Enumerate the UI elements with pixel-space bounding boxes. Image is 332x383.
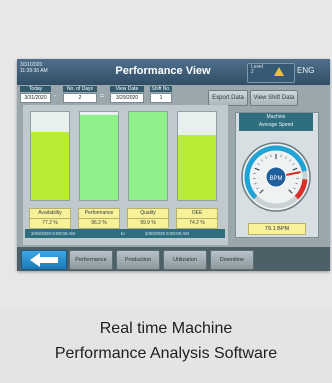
- language-selector[interactable]: ENG: [297, 66, 314, 75]
- availability-value: 77.2 %: [29, 218, 71, 229]
- caption: Real time Machine Performance Analysis S…: [0, 316, 332, 366]
- nav-production-button[interactable]: Production: [116, 250, 160, 270]
- product-photo: 3/31/2020 11:39:36 AM Performance View L…: [0, 0, 332, 310]
- quality-bar: [128, 111, 168, 201]
- user-level-box[interactable]: Level 2: [247, 63, 295, 83]
- view-shift-data-button[interactable]: View Shift Data: [250, 90, 298, 106]
- level-indicator: Level 2: [251, 65, 263, 75]
- availability-bar: [30, 111, 70, 201]
- today-value: 3/31/2020: [20, 93, 51, 103]
- gauge-title-line2: Average Speed: [258, 122, 294, 128]
- gauge-title-line1: Machine: [266, 114, 286, 120]
- level-value: 2: [251, 69, 254, 75]
- export-data-button[interactable]: Export Data: [208, 90, 248, 106]
- days-input[interactable]: 2: [63, 93, 97, 103]
- caption-line1: Real time Machine: [99, 320, 233, 337]
- quality-bar-fill: [129, 112, 167, 200]
- shift-label: Shift No.: [150, 86, 172, 92]
- nav-downtime-button[interactable]: Downtime: [210, 250, 254, 270]
- range-from: 3/29/2020 6:00:00 AM: [31, 231, 76, 236]
- range-separator: to: [121, 231, 125, 236]
- left-arrow-icon: [30, 253, 58, 267]
- datetime-display: 3/31/2020 11:39:36 AM: [20, 62, 64, 82]
- performance-bar: [79, 111, 119, 201]
- view-date-value: 3/29/2020: [110, 93, 144, 103]
- today-label: Today: [20, 86, 51, 92]
- range-to: 3/30/2020 6:00:00 AM: [145, 231, 190, 236]
- minus-symbol: -: [54, 93, 57, 100]
- top-bar: 3/31/2020 11:39:36 AM Performance View L…: [17, 59, 330, 85]
- performance-bar-fill: [80, 115, 118, 200]
- oee-value: 74.2 %: [176, 218, 218, 229]
- oee-bar-fill: [178, 134, 216, 200]
- gauge-title: Machine Average Speed: [239, 113, 313, 131]
- quality-value: 99.9 %: [127, 218, 169, 229]
- speedometer-gauge: BPM: [241, 142, 311, 212]
- nav-performance-button[interactable]: Performance: [69, 250, 113, 270]
- performance-value: 96.2 %: [78, 218, 120, 229]
- days-label: No. of Days: [63, 86, 97, 92]
- gauge-readout: 79.1 BPM: [248, 223, 306, 235]
- caption-line2: Performance Analysis Software: [54, 345, 278, 362]
- hmi-screen: 3/31/2020 11:39:36 AM Performance View L…: [17, 59, 330, 271]
- availability-bar-fill: [31, 132, 69, 200]
- date-range-bar: 3/29/2020 6:00:00 AM to 3/30/2020 6:00:0…: [25, 229, 225, 238]
- time-text: 11:39:36 AM: [20, 68, 48, 74]
- back-button[interactable]: [21, 250, 67, 270]
- view-date-label: View Date: [110, 86, 144, 92]
- page-title: Performance View: [115, 65, 211, 77]
- nav-utilization-button[interactable]: Utilization: [163, 250, 207, 270]
- oee-bar: [177, 111, 217, 201]
- equals-symbol: =: [100, 93, 105, 100]
- user-key-icon: [274, 67, 284, 76]
- shift-input[interactable]: 1: [150, 93, 172, 103]
- gauge-unit: BPM: [269, 176, 282, 182]
